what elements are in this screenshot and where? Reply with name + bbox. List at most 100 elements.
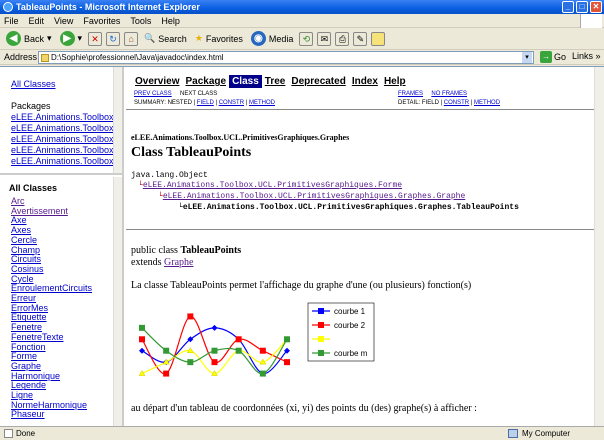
- all-classes-link[interactable]: All Classes: [11, 79, 56, 89]
- class-list: Arc Avertissement Axe Axes Cercle Champ Circui…: [11, 196, 92, 420]
- extends-graphe-link[interactable]: Graphe: [164, 257, 193, 268]
- nav-overview[interactable]: Overview: [132, 75, 182, 88]
- status-bar: Done My Computer: [0, 426, 604, 440]
- packages-scrollbar[interactable]: [113, 67, 122, 173]
- address-bar: Address D:\Sophie\professionnel\Java\jav…: [0, 50, 604, 65]
- messenger-icon[interactable]: [371, 31, 386, 46]
- mail-icon[interactable]: ✉: [317, 31, 332, 46]
- data-point: [211, 359, 218, 366]
- class-declaration: public class: [131, 245, 181, 256]
- maximize-button[interactable]: □: [576, 1, 588, 13]
- data-point: [284, 359, 290, 366]
- nav-package[interactable]: Package: [182, 75, 229, 88]
- data-point: [163, 370, 170, 377]
- address-url: D:\Sophie\professionnel\Java\javadoc\ind…: [51, 53, 224, 62]
- next-class-label: NEXT CLASS: [180, 91, 218, 97]
- computer-icon: [508, 429, 518, 438]
- package-link[interactable]: eLEE.Animations.Toolbox.U: [11, 156, 122, 167]
- hierarchy-current-class: eLEE.Animations.Toolbox.UCL.PrimitivesGr…: [182, 203, 519, 212]
- frames-link[interactable]: FRAMES: [398, 91, 423, 97]
- doc-nav-bar: Overview Package Class Tree Deprecated I…: [132, 75, 409, 88]
- data-point: [284, 336, 290, 343]
- favorites-button[interactable]: ★ Favorites: [193, 30, 245, 48]
- class-link[interactable]: Phaseur: [11, 410, 92, 420]
- legend-marker: [318, 336, 324, 342]
- back-arrow-icon: ◀: [6, 31, 21, 46]
- nav-index[interactable]: Index: [349, 75, 381, 88]
- nav-deprecated[interactable]: Deprecated: [288, 75, 348, 88]
- menu-edit[interactable]: Edit: [29, 14, 45, 27]
- menu-tools[interactable]: Tools: [130, 14, 151, 27]
- main-scrollbar[interactable]: [594, 67, 604, 427]
- hierarchy-graphe-link[interactable]: eLEE.Animations.Toolbox.UCL.PrimitivesGr…: [163, 192, 465, 201]
- data-point: [187, 313, 194, 320]
- search-button[interactable]: 🔍 Search: [142, 30, 189, 48]
- close-button[interactable]: ✕: [590, 1, 602, 13]
- legend-label: courbe m: [334, 349, 368, 358]
- toolbar: ◀ Back ▾ ▶ ▾ ✕ ↻ ⌂ 🔍 Search ★ Favorites ◉ Medi…: [0, 28, 604, 50]
- legend-label: courbe 2: [334, 321, 366, 330]
- classes-frame: All Classes Arc Avertissement Axe Axes Cercl…: [0, 177, 122, 427]
- all-classes-heading: All Classes: [9, 183, 58, 193]
- class-title: Class TableauPoints: [131, 145, 252, 160]
- data-point: [139, 336, 145, 343]
- detail-method-link[interactable]: METHOD: [474, 100, 500, 106]
- legend-marker: [318, 350, 324, 356]
- summary-method-link[interactable]: METHOD: [249, 100, 275, 106]
- zone-text: My Computer: [522, 429, 571, 438]
- home-icon[interactable]: ⌂: [124, 31, 139, 46]
- hierarchy-forme-link[interactable]: eLEE.Animations.Toolbox.UCL.PrimitivesGr…: [143, 181, 402, 190]
- refresh-icon[interactable]: ↻: [106, 31, 121, 46]
- media-icon: ◉: [250, 31, 266, 46]
- package-link[interactable]: eLEE.Animations.Toolbox.U: [11, 123, 122, 134]
- back-button[interactable]: ◀ Back ▾: [4, 30, 54, 48]
- series-line: [141, 338, 288, 375]
- summary-constr-link[interactable]: CONSTR: [219, 100, 244, 106]
- prev-class-link[interactable]: PREV CLASS: [134, 91, 172, 97]
- hierarchy-divider: [126, 229, 604, 230]
- description-continued: au départ d'un tableau de coordonnées (x…: [131, 403, 477, 414]
- class-doc-frame: Overview Package Class Tree Deprecated I…: [126, 67, 604, 427]
- page-done-icon: [4, 429, 13, 438]
- menu-favorites[interactable]: Favorites: [83, 14, 120, 27]
- left-frames: All Classes Packages eLEE.Animations.Too…: [0, 67, 124, 427]
- nav-help[interactable]: Help: [381, 75, 409, 88]
- print-icon[interactable]: ⎙: [335, 31, 350, 46]
- windows-logo-icon: [580, 14, 602, 28]
- page-content: All Classes Packages eLEE.Animations.Too…: [0, 66, 604, 427]
- data-point: [211, 324, 218, 331]
- edit-icon[interactable]: ✎: [353, 31, 368, 46]
- minimize-button[interactable]: _: [562, 1, 574, 13]
- package-link[interactable]: eLEE.Animations.Toolbox.U: [11, 134, 122, 145]
- go-arrow-icon: →: [540, 51, 552, 63]
- forward-button[interactable]: ▶ ▾: [58, 30, 85, 48]
- media-button[interactable]: ◉ Media: [249, 30, 296, 48]
- address-label: Address: [4, 52, 38, 62]
- address-dropdown-icon[interactable]: ▾: [522, 52, 532, 63]
- package-link[interactable]: eLEE.Animations.Toolbox.U: [11, 145, 122, 156]
- summary-field-link[interactable]: FIELD: [197, 100, 214, 106]
- history-icon[interactable]: ⟲: [299, 31, 314, 46]
- package-link[interactable]: eLEE.Animations.Toolbox.U: [11, 112, 122, 123]
- packages-heading: Packages: [11, 101, 51, 111]
- class-declaration-name: TableauPoints: [180, 245, 242, 256]
- data-point: [211, 347, 218, 354]
- status-text: Done: [16, 429, 36, 438]
- detail-constr-link[interactable]: CONSTR: [444, 100, 469, 106]
- no-frames-link[interactable]: NO FRAMES: [431, 91, 467, 97]
- window-title: TableauPoints - Microsoft Internet Explo…: [16, 2, 200, 12]
- nav-tree[interactable]: Tree: [262, 75, 289, 88]
- links-button[interactable]: Links »: [572, 51, 601, 61]
- menu-bar: File Edit View Favorites Tools Help: [0, 14, 604, 28]
- page-icon: [41, 54, 49, 62]
- menu-file[interactable]: File: [4, 14, 19, 27]
- legend-label: courbe 1: [334, 307, 366, 316]
- stop-icon[interactable]: ✕: [88, 31, 103, 46]
- menu-help[interactable]: Help: [161, 14, 180, 27]
- address-input[interactable]: D:\Sophie\professionnel\Java\javadoc\ind…: [38, 51, 534, 64]
- classes-scrollbar[interactable]: [113, 177, 122, 427]
- go-button[interactable]: → Go: [540, 51, 566, 63]
- menu-view[interactable]: View: [54, 14, 73, 27]
- data-point: [163, 347, 170, 354]
- search-icon: 🔍: [144, 33, 156, 43]
